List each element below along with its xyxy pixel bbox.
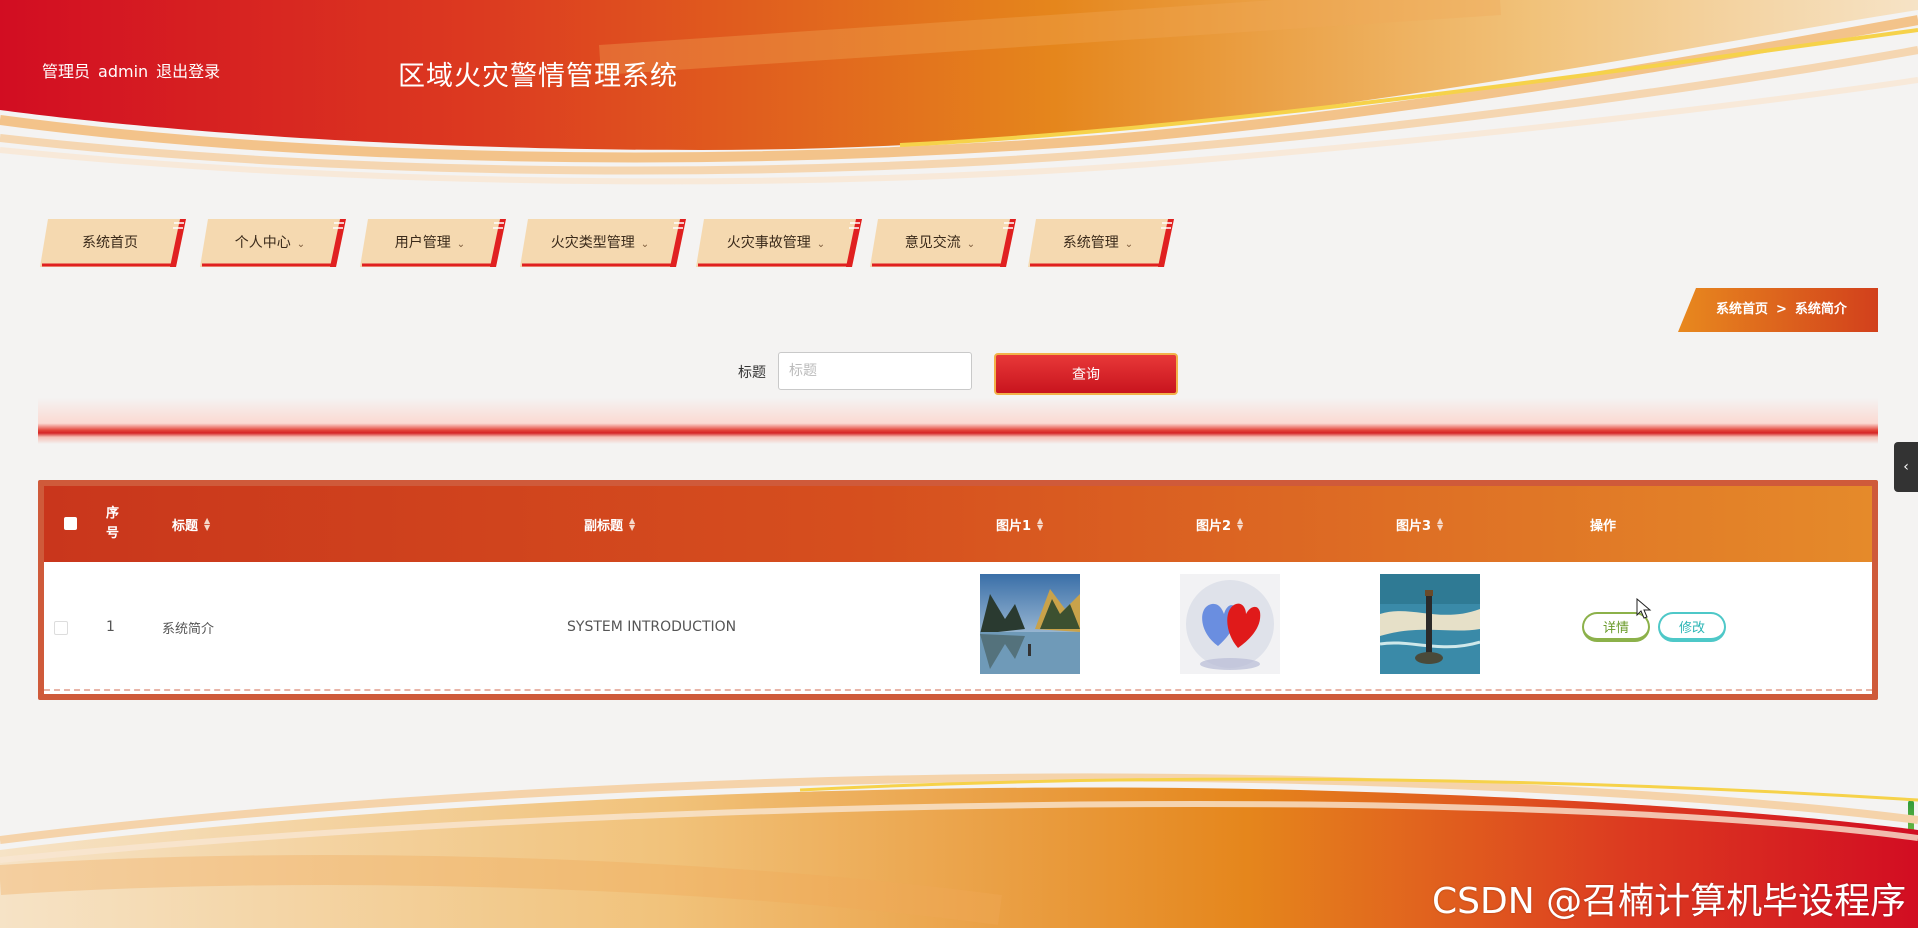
nav-label: 火灾事故管理 ⌄ <box>726 235 826 251</box>
nav-label: 意见交流 ⌄ <box>904 235 976 251</box>
user-role: 管理员 <box>42 62 91 81</box>
sort-icon: ▲ ▼ <box>1437 516 1444 532</box>
cell-title: 系统简介 <box>162 621 215 637</box>
table-header: 序号 标题 ▲ ▼ 副标题 ▲ ▼ 图片1 ▲ ▼ 图片2 ▲ ▼ 图片3 ▲ ▼ 操作 <box>44 486 1872 562</box>
nav-label: 系统首页 <box>82 235 138 251</box>
column-header-seq: 序号 <box>106 506 120 541</box>
search-button-label: 查询 <box>1072 367 1100 383</box>
edit-button[interactable]: 修改 <box>1658 612 1726 642</box>
hearts-image <box>1180 574 1280 674</box>
column-header-actions: 操作 <box>1590 518 1617 534</box>
decorative-divider <box>38 398 1878 444</box>
chevron-down-icon: ⌄ <box>456 239 466 250</box>
table-bottom-border <box>44 689 1872 694</box>
header-background <box>0 0 1918 195</box>
mouse-cursor-icon <box>1636 598 1652 619</box>
lighthouse-sea-image <box>1380 574 1480 674</box>
sort-icon: ▲ ▼ <box>204 516 211 532</box>
thumbnail-image-1[interactable] <box>980 574 1080 674</box>
breadcrumb-text: 系统首页 > 系统简介 <box>1716 288 1847 332</box>
nav-label: 火灾类型管理 ⌄ <box>550 235 650 251</box>
breadcrumb: 系统首页 > 系统简介 <box>1678 288 1878 332</box>
chevron-down-icon: ⌄ <box>966 239 976 250</box>
breadcrumb-home-link[interactable]: 系统首页 <box>1716 302 1768 317</box>
nav-label: 个人中心 ⌄ <box>234 235 306 251</box>
cell-seq: 1 <box>106 619 115 635</box>
system-title: 区域火灾警情管理系统 <box>398 61 678 92</box>
nav-item-home[interactable]: 系统首页 <box>40 219 186 267</box>
nav-label: 系统管理 ⌄ <box>1062 235 1134 251</box>
column-header-image1[interactable]: 图片1 ▲ ▼ <box>996 486 1043 562</box>
sort-icon: ▲ ▼ <box>1037 516 1044 532</box>
breadcrumb-separator: > <box>1776 302 1787 317</box>
chevron-left-icon: ‹ <box>1903 459 1909 475</box>
column-header-image2[interactable]: 图片2 ▲ ▼ <box>1196 486 1243 562</box>
row-checkbox[interactable] <box>54 621 68 635</box>
cell-subtitle: SYSTEM INTRODUCTION <box>567 619 737 635</box>
data-table: 序号 标题 ▲ ▼ 副标题 ▲ ▼ 图片1 ▲ ▼ 图片2 ▲ ▼ 图片3 ▲ ▼ 操作 1 系统简… <box>38 480 1878 700</box>
thumbnail-image-3[interactable] <box>1380 574 1480 674</box>
nav-item-fire-incident-management[interactable]: 火灾事故管理 ⌄ <box>696 219 862 267</box>
nav-item-user-management[interactable]: 用户管理 ⌄ <box>360 219 506 267</box>
column-header-image3[interactable]: 图片3 ▲ ▼ <box>1396 486 1443 562</box>
nav-label: 用户管理 ⌄ <box>394 235 466 251</box>
breadcrumb-current: 系统简介 <box>1794 302 1847 317</box>
nav-item-fire-type-management[interactable]: 火灾类型管理 ⌄ <box>520 219 686 267</box>
column-header-title[interactable]: 标题 ▲ ▼ <box>172 486 210 562</box>
logout-link[interactable]: 退出登录 <box>156 62 220 81</box>
username: admin <box>98 62 149 81</box>
search-button[interactable]: 查询 <box>994 353 1178 395</box>
chevron-down-icon: ⌄ <box>296 239 306 250</box>
chevron-down-icon: ⌄ <box>640 239 650 250</box>
select-all-checkbox[interactable] <box>64 517 77 530</box>
nav-item-personal-center[interactable]: 个人中心 ⌄ <box>200 219 346 267</box>
column-header-subtitle[interactable]: 副标题 ▲ ▼ <box>584 486 635 562</box>
nav-item-system-management[interactable]: 系统管理 ⌄ <box>1028 219 1174 267</box>
nav-item-feedback[interactable]: 意见交流 ⌄ <box>870 219 1016 267</box>
sort-icon: ▲ ▼ <box>629 516 636 532</box>
chevron-down-icon: ⌄ <box>816 239 826 250</box>
chevron-down-icon: ⌄ <box>1124 239 1134 250</box>
user-info: 管理员 admin 退出登录 <box>42 58 228 82</box>
thumbnail-image-2[interactable] <box>1180 574 1280 674</box>
landscape-lake-image <box>980 574 1080 674</box>
search-label: 标题 <box>738 365 766 381</box>
header-banner: 管理员 admin 退出登录 区域火灾警情管理系统 <box>0 0 1918 195</box>
search-title-input[interactable] <box>778 352 972 390</box>
sort-icon: ▲ ▼ <box>1237 516 1244 532</box>
watermark-text: CSDN @召楠计算机毕设程序 <box>1432 881 1907 922</box>
side-collapse-toggle[interactable]: ‹ <box>1894 442 1918 492</box>
table-row: 1 系统简介 SYSTEM INTRODUCTION 详情 修改 <box>44 562 1872 692</box>
